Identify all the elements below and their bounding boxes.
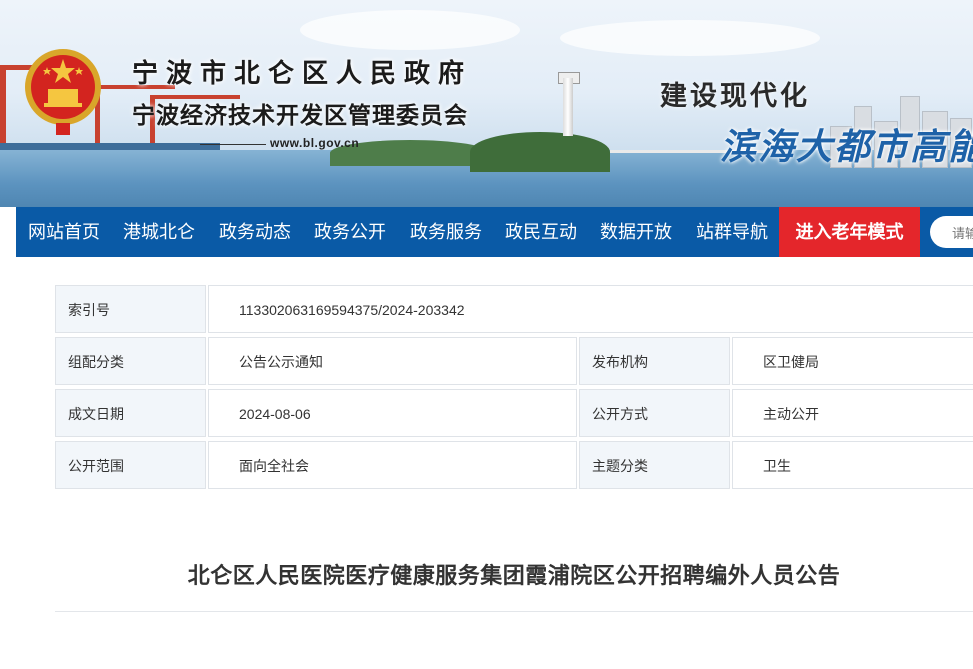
meta-label-index: 索引号	[55, 285, 206, 333]
nav-item-port-city[interactable]: 港城北仑	[123, 207, 195, 257]
nav-item-news[interactable]: 政务动态	[219, 207, 291, 257]
search-input[interactable]	[950, 216, 973, 250]
nav-item-gov-open[interactable]: 政务公开	[314, 207, 386, 257]
meta-value-topic: 卫生	[732, 441, 973, 489]
site-url: www.bl.gov.cn	[270, 136, 360, 150]
committee-name: 宁波经济技术开发区管理委员会	[132, 102, 468, 129]
cloud-decoration	[300, 10, 520, 50]
meta-label-publisher: 发布机构	[579, 337, 730, 385]
meta-value-index: 113302063169594375/2024-203342	[208, 285, 973, 333]
meta-label-date: 成文日期	[55, 389, 206, 437]
meta-label-scope: 公开范围	[55, 441, 206, 489]
nav-item-gov-service[interactable]: 政务服务	[410, 207, 482, 257]
gov-name: 宁波市北仑区人民政府	[132, 59, 473, 89]
island-illustration	[470, 132, 610, 172]
search-box	[930, 216, 973, 250]
nav-item-interaction[interactable]: 政民互动	[505, 207, 577, 257]
title-divider	[55, 611, 973, 612]
elder-mode-button[interactable]: 进入老年模式	[779, 207, 920, 257]
meta-value-publisher: 区卫健局	[732, 337, 973, 385]
national-emblem-icon	[25, 49, 101, 135]
slogan-line2: 滨海大都市高能	[720, 126, 973, 168]
main-nav: 网站首页 港城北仑 政务动态 政务公开 政务服务 政民互动 数据开放 站群导航 …	[16, 207, 973, 257]
meta-label-open-mode: 公开方式	[579, 389, 730, 437]
nav-item-site-group[interactable]: 站群导航	[696, 207, 768, 257]
header-banner: 宁波市北仑区人民政府 宁波经济技术开发区管理委员会 www.bl.gov.cn …	[0, 0, 973, 207]
meta-label-topic: 主题分类	[579, 441, 730, 489]
meta-label-category: 组配分类	[55, 337, 206, 385]
nav-item-open-data[interactable]: 数据开放	[600, 207, 672, 257]
lighthouse-tower	[563, 78, 573, 136]
nav-item-home[interactable]: 网站首页	[28, 207, 100, 257]
meta-value-date: 2024-08-06	[208, 389, 577, 437]
meta-value-open-mode: 主动公开	[732, 389, 973, 437]
meta-value-category: 公告公示通知	[208, 337, 577, 385]
cloud-decoration	[560, 20, 820, 56]
meta-value-scope: 面向全社会	[208, 441, 577, 489]
url-divider	[200, 144, 266, 145]
article-title: 北仑区人民医院医疗健康服务集团霞浦院区公开招聘编外人员公告	[187, 563, 841, 588]
slogan-line1: 建设现代化	[660, 81, 810, 112]
